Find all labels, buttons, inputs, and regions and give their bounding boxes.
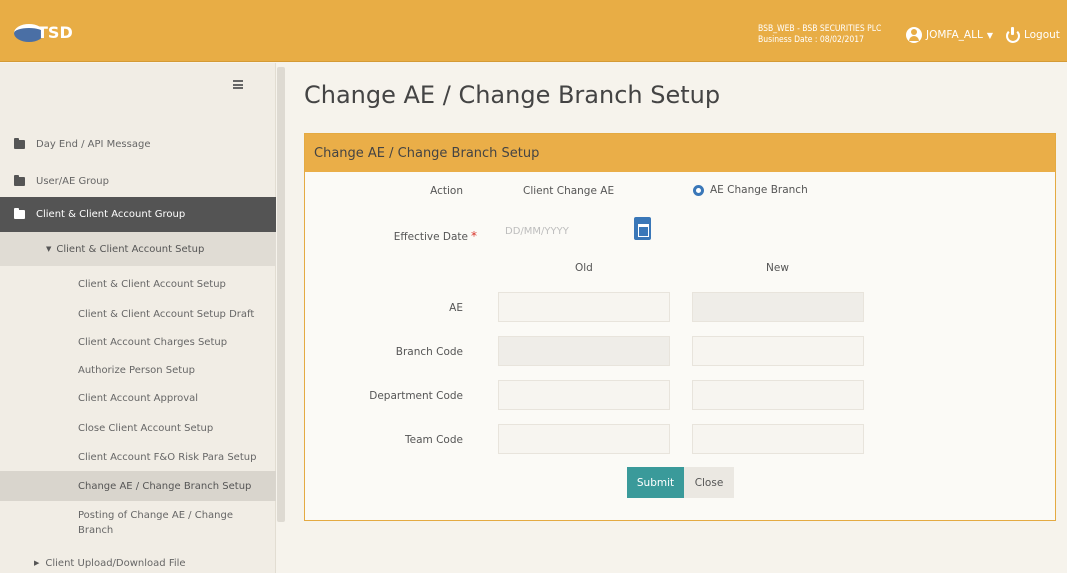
company-line: BSB_WEB - BSB SECURITIES PLC <box>758 24 882 34</box>
team-code-label: Team Code <box>405 434 463 446</box>
sidebar-item-client-group[interactable]: Client & Client Account Group <box>0 197 276 232</box>
sidebar-leaf-label: Posting of Change AE / Change Branch <box>78 510 234 536</box>
logout-link[interactable]: Logout <box>1024 29 1060 41</box>
sidebar-leaf-charges-setup[interactable]: Client Account Charges Setup <box>0 327 276 357</box>
ae-change-branch-radio[interactable] <box>693 185 704 196</box>
action-label: Action <box>430 185 463 197</box>
submit-button[interactable]: Submit <box>627 467 684 498</box>
branch-code-old-field <box>498 336 670 366</box>
sidebar-leaf-authorize-person[interactable]: Authorize Person Setup <box>0 355 276 385</box>
sidebar-leaf-label: Change AE / Change Branch Setup <box>78 480 252 492</box>
folder-open-icon <box>14 208 25 219</box>
effective-date-input[interactable] <box>498 218 628 244</box>
sidebar-leaf-change-ae-branch[interactable]: Change AE / Change Branch Setup <box>0 471 276 501</box>
sidebar-leaf-label: Client & Client Account Setup <box>78 278 226 290</box>
effective-date-label: Effective Date * <box>345 229 477 243</box>
sidebar-item-label: Day End / API Message <box>36 138 151 150</box>
ae-old-field <box>498 292 670 322</box>
sidebar-leaf-label: Client Account Approval <box>78 392 199 404</box>
department-code-new-field[interactable] <box>692 380 864 410</box>
power-icon[interactable] <box>1005 27 1021 43</box>
sidebar-leaf-label: Close Client Account Setup <box>78 422 214 434</box>
sidebar-item-label: Client & Client Account Group <box>36 209 186 220</box>
ae-new-field[interactable] <box>692 292 864 322</box>
branch-code-label: Branch Code <box>395 346 463 358</box>
sidebar-leaf-close-account[interactable]: Close Client Account Setup <box>0 413 276 443</box>
client-change-ae-option[interactable]: Client Change AE <box>523 185 614 197</box>
department-code-old-field <box>498 380 670 410</box>
sidebar-leaf-posting-change[interactable]: Posting of Change AE / Change Branch <box>0 508 276 546</box>
sidebar-leaf-account-approval[interactable]: Client Account Approval <box>0 383 276 413</box>
folder-icon <box>14 137 25 149</box>
sidebar-item-client-upload[interactable]: ▶ Client Upload/Download File <box>0 553 276 573</box>
sidebar-leaf-label: Client Account Charges Setup <box>78 336 228 348</box>
form-panel: Change AE / Change Branch Setup Action C… <box>304 133 1056 521</box>
sidebar-leaf-label: Client & Client Account Setup Draft <box>78 308 255 320</box>
sidebar-submenu-label: Client & Client Account Setup <box>56 243 205 255</box>
close-button[interactable]: Close <box>684 467 734 498</box>
company-info: BSB_WEB - BSB SECURITIES PLC Business Da… <box>758 24 898 46</box>
effective-date-text: Effective Date <box>393 231 468 243</box>
sidebar-leaf-client-setup[interactable]: Client & Client Account Setup <box>0 269 276 299</box>
sidebar-item-day-end[interactable]: Day End / API Message <box>0 133 276 155</box>
business-date: Business Date : 08/02/2017 <box>758 35 864 45</box>
old-column-header: Old <box>575 262 593 274</box>
panel-header: Change AE / Change Branch Setup <box>305 134 1055 172</box>
calendar-icon[interactable] <box>634 217 651 240</box>
tsd-logo[interactable]: TSD <box>14 21 84 45</box>
logo-text: TSD <box>37 23 73 42</box>
top-header: TSD BSB_WEB - BSB SECURITIES PLC Busines… <box>0 0 1067 62</box>
caret-right-icon: ▶ <box>34 559 40 567</box>
sidebar-scrollbar[interactable] <box>277 67 285 522</box>
user-area: JOMFA_ALL ▼ Logout <box>906 25 1060 45</box>
menu-toggle-icon[interactable] <box>233 80 243 89</box>
required-mark: * <box>471 229 477 243</box>
caret-down-icon[interactable]: ▼ <box>987 31 993 40</box>
page-title: Change AE / Change Branch Setup <box>304 81 721 109</box>
department-code-label: Department Code <box>369 390 463 402</box>
ae-label: AE <box>449 302 463 314</box>
sidebar-leaf-label: Client Account F&O Risk Para Setup <box>78 451 257 463</box>
team-code-old-field <box>498 424 670 454</box>
sidebar-leaf-client-setup-draft[interactable]: Client & Client Account Setup Draft <box>0 299 276 329</box>
sidebar-leaf-fo-risk[interactable]: Client Account F&O Risk Para Setup <box>0 442 276 472</box>
sidebar-item-label: User/AE Group <box>36 175 109 187</box>
ae-change-branch-label[interactable]: AE Change Branch <box>710 184 808 196</box>
caret-down-icon: ▼ <box>46 245 52 253</box>
team-code-new-field[interactable] <box>692 424 864 454</box>
user-menu[interactable]: JOMFA_ALL <box>926 29 983 41</box>
user-icon[interactable] <box>906 27 922 43</box>
branch-code-new-field[interactable] <box>692 336 864 366</box>
sidebar-item-user-ae-group[interactable]: User/AE Group <box>0 170 276 192</box>
new-column-header: New <box>766 262 789 274</box>
sidebar: Day End / API Message User/AE Group Clie… <box>0 63 276 573</box>
folder-icon <box>14 174 25 186</box>
sidebar-leaf-label: Authorize Person Setup <box>78 364 195 376</box>
sidebar-item-label: Client Upload/Download File <box>45 557 186 569</box>
sidebar-submenu-client-setup[interactable]: ▼ Client & Client Account Setup <box>0 232 276 266</box>
